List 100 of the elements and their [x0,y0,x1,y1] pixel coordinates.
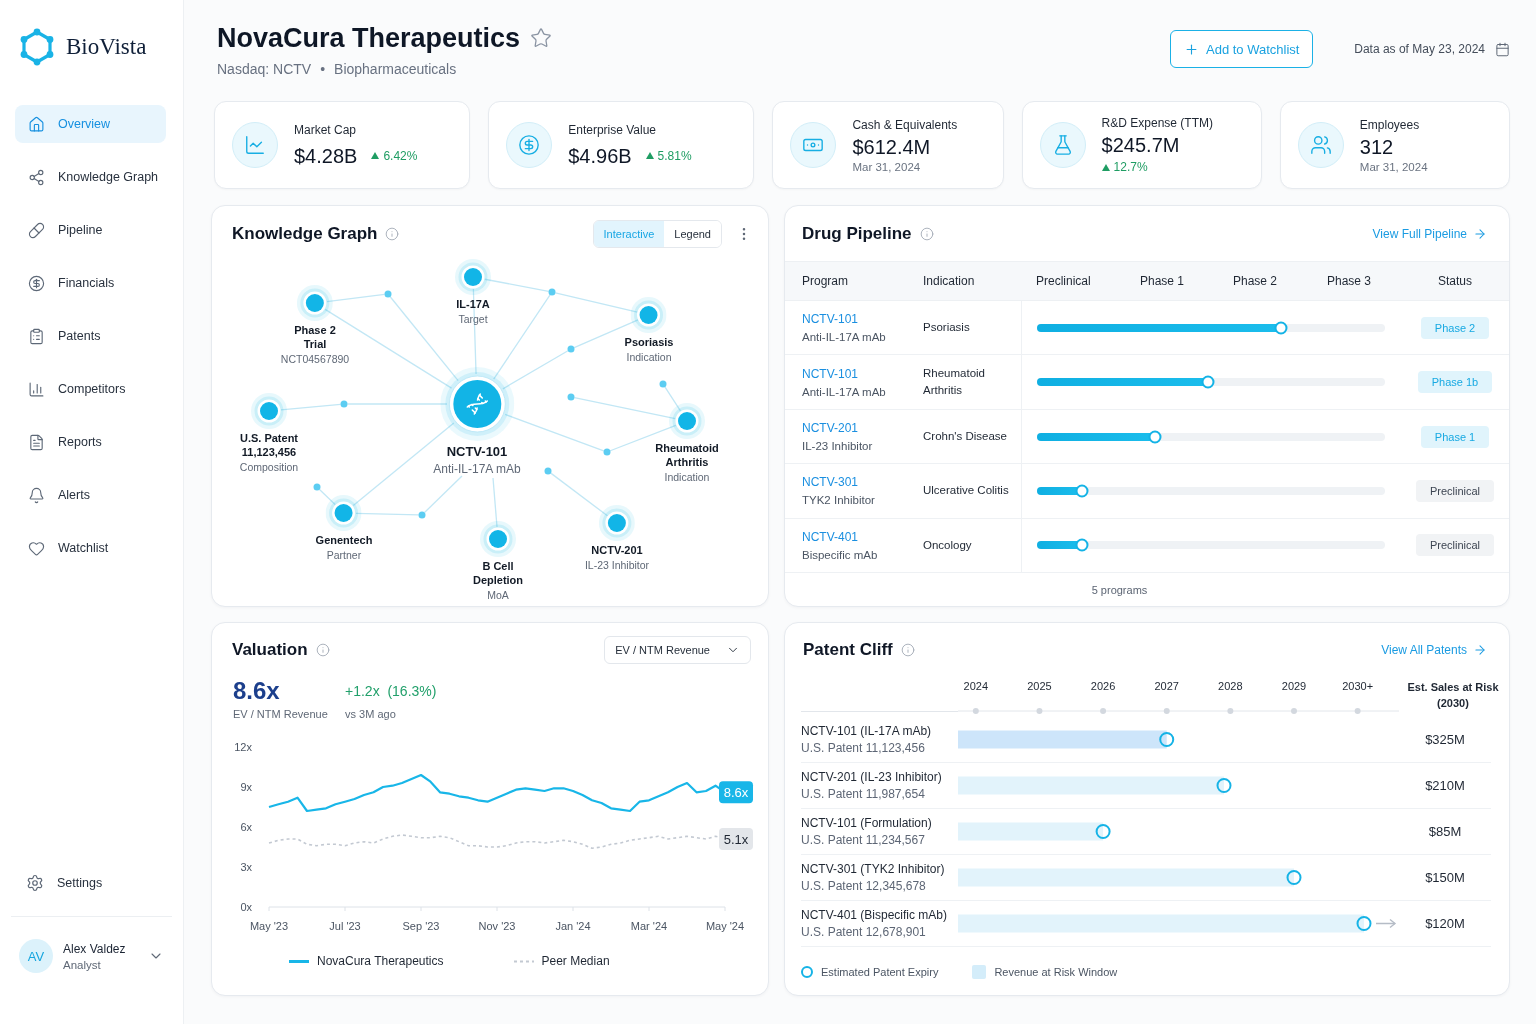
multiple-label: EV / NTM Revenue [233,708,329,720]
program-modality: IL-23 Inhibitor [802,440,873,452]
column-header: Indication [923,274,976,288]
column-header: Phase 1 [1140,274,1186,288]
metric-label: Market Cap [294,122,358,137]
change-value: 5.81% [657,148,692,163]
nav-item[interactable]: Watchlist [15,529,166,567]
year-label: 2027 [1154,680,1179,692]
year-label: 2030+ [1342,680,1374,692]
panel-title: Drug Pipeline [802,223,912,244]
nav-item[interactable]: Knowledge Graph [15,158,166,196]
metric-dropdown[interactable]: EV / NTM Revenue [604,636,751,664]
sales-at-risk: $120M [1425,916,1465,931]
patent-number: U.S. Patent 12,345,678 [801,878,927,894]
nav-item[interactable]: Financials [15,264,166,302]
info-icon[interactable] [385,227,400,241]
expiry-marker-icon [801,966,813,978]
panel-title: Knowledge Graph [232,224,378,244]
program-link[interactable]: NCTV-401 [802,529,859,544]
home-icon [28,115,45,133]
y-axis-label: 6x [240,821,252,833]
plus-icon [1184,41,1199,57]
expiry-marker-icon [1159,732,1175,747]
company-title: NovaCura Therapeutics [217,22,521,55]
expiry-marker-icon [1216,778,1232,793]
nav-item[interactable]: Patents [15,317,166,355]
multiple-value: 8.6x [233,677,281,705]
nav-item[interactable]: Alerts [15,476,166,514]
program-modality: Anti-IL-17A mAb [802,331,886,344]
info-icon[interactable] [315,643,330,657]
program-modality: Bispecific mAb [802,548,878,561]
status-badge: Preclinical [1415,534,1495,557]
star-icon[interactable] [530,27,553,49]
patent-program: NCTV-401 (Bispecific mAb) [801,907,949,923]
metric-value: $4.96B [568,143,632,168]
expiry-marker-icon [1095,824,1111,839]
ticker-label: Nasdaq: NCTV [217,61,312,77]
nav-item[interactable]: Competitors [15,370,166,408]
sales-at-risk: $325M [1425,732,1465,747]
indication-cell-text: Oncology [923,537,973,553]
nav-item[interactable]: Reports [15,423,166,461]
swatch-icon [972,965,987,979]
status-badge: Phase 1b [1417,371,1493,394]
program-count: 5 programs [1091,583,1148,596]
patent-program: NCTV-201 (IL-23 Inhibitor) [801,769,943,785]
program-link[interactable]: NCTV-301 [802,475,859,490]
legend-label: Estimated Patent Expiry [821,966,939,978]
banknote-icon [790,122,837,168]
column-header: Phase 2 [1233,274,1279,288]
bullet-separator: • [320,61,326,77]
sales-at-risk: $85M [1428,824,1462,839]
program-modality: TYK2 Inhibitor [802,494,875,507]
y-axis-label: 9x [240,781,252,793]
x-axis-label: May '24 [705,920,745,932]
panel-title: Patent Cliff [803,640,893,660]
metric-value: $4.28B [294,143,358,168]
indication-cell-text: Crohn's Disease [923,429,1008,444]
user-role: Analyst [63,958,102,971]
patent-number: U.S. Patent 11,234,567 [801,832,926,848]
program-link[interactable]: NCTV-101 [802,366,859,381]
indication-cell-text: Rheumatoid Arthritis [923,366,986,399]
program-link[interactable]: NCTV-101 [802,312,859,327]
nav-item[interactable]: Pipeline [15,211,166,249]
indication-cell-text: Psoriasis [923,320,971,336]
user-avatar: AV [19,939,53,973]
heart-icon [28,539,45,557]
patent-program: NCTV-101 (IL-17A mAb) [801,723,933,739]
sales-at-risk: $210M [1425,778,1465,793]
info-icon[interactable] [900,643,915,657]
legend-label: Revenue at Risk Window [994,966,1118,978]
bell-icon [28,486,45,504]
sales-at-risk: $150M [1425,870,1465,885]
metric-label: R&D Expense (TTM) [1101,116,1213,130]
metric-label: Enterprise Value [568,122,658,137]
document-icon [28,433,45,451]
bar-chart-icon [28,380,45,398]
line-chart-icon [232,122,278,168]
column-header: Phase 3 [1327,274,1373,288]
calendar-icon[interactable] [1495,41,1510,57]
expiry-marker-icon [1356,916,1372,931]
year-label: 2028 [1218,680,1243,692]
info-icon[interactable] [919,226,934,241]
data-date: Data as of May 23, 2024 [1354,42,1485,56]
settings-item[interactable]: Settings [15,864,166,902]
nodes-icon [28,168,45,186]
metric-note: Mar 31, 2024 [1359,160,1428,173]
change-period: vs 3M ago [345,708,397,720]
x-axis-label: May '23 [249,920,289,932]
metric-note: Mar 31, 2024 [852,160,922,173]
year-label: 2026 [1090,680,1116,692]
column-header: Preclinical [1036,274,1092,288]
dollar-circle-icon [506,122,553,168]
program-link[interactable]: NCTV-201 [802,421,859,435]
column-header: Status [1437,274,1473,288]
patent-number: U.S. Patent 12,678,901 [801,924,927,940]
patent-number: U.S. Patent 11,987,654 [801,786,926,802]
y-axis-label: 0x [240,901,252,913]
dollar-circle-icon [28,274,45,292]
patent-number: U.S. Patent 11,123,456 [801,740,926,756]
x-axis-label: Sep '23 [402,920,440,932]
